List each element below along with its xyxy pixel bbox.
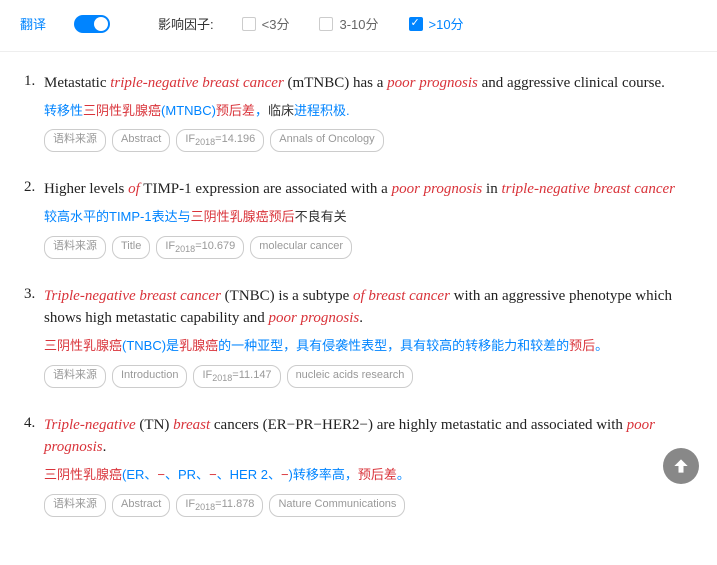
tag[interactable]: IF2018=11.147 (193, 365, 280, 388)
tag[interactable]: molecular cancer (250, 236, 352, 259)
result-item: 4. Triple-negative (TN) breast cancers (E… (24, 414, 693, 517)
tag[interactable]: 语料来源 (44, 494, 106, 517)
tag[interactable]: Title (112, 236, 150, 259)
tag-row: 语料来源 Title IF2018=10.679 molecular cancer (44, 236, 693, 259)
tag[interactable]: nucleic acids research (287, 365, 414, 388)
tag[interactable]: IF2018=10.679 (156, 236, 244, 259)
chinese-translation: 三阴性乳腺癌(ER、−、PR、−、HER 2、−)转移率高，预后差。 (44, 465, 693, 486)
tag-row: 语料来源 Abstract IF2018=14.196 Annals of Oncol… (44, 129, 693, 152)
tag[interactable]: Nature Communications (269, 494, 405, 517)
translate-toggle[interactable] (74, 15, 110, 33)
tag[interactable]: IF2018=11.878 (176, 494, 263, 517)
chinese-translation: 较高水平的TIMP-1表达与三阴性乳腺癌预后不良有关 (44, 207, 693, 228)
result-item: 2. Higher levels of TIMP-1 expression are… (24, 178, 693, 258)
english-sentence: Higher levels of TIMP-1 expression are a… (44, 178, 693, 201)
result-number: 1. (24, 73, 35, 90)
result-number: 2. (24, 179, 35, 196)
filter-label: >10分 (429, 14, 464, 33)
chinese-translation: 转移性三阴性乳腺癌(MTNBC)预后差，临床进程积极. (44, 101, 693, 122)
arrow-up-icon (671, 456, 691, 476)
tag[interactable]: 语料来源 (44, 236, 106, 259)
scroll-top-button[interactable] (663, 448, 699, 484)
english-sentence: Metastatic triple-negative breast cancer… (44, 72, 693, 95)
checkbox-icon (319, 17, 333, 31)
tag-row: 语料来源 Introduction IF2018=11.147 nucleic aci… (44, 365, 693, 388)
english-sentence: Triple-negative (TN) breast cancers (ER−… (44, 414, 693, 459)
chinese-translation: 三阴性乳腺癌(TNBC)是乳腺癌的一种亚型，具有侵袭性表型，具有较高的转移能力和… (44, 336, 693, 357)
english-sentence: Triple-negative breast cancer (TNBC) is … (44, 285, 693, 330)
filter-label: 3-10分 (339, 14, 378, 33)
filter-1[interactable]: 3-10分 (319, 14, 378, 33)
tag[interactable]: Annals of Oncology (270, 129, 383, 152)
impact-factor-label: 影响因子: (158, 14, 214, 33)
filter-2[interactable]: >10分 (409, 14, 464, 33)
tag[interactable]: IF2018=14.196 (176, 129, 264, 152)
tag[interactable]: Abstract (112, 494, 170, 517)
result-number: 4. (24, 415, 35, 432)
filter-0[interactable]: <3分 (242, 14, 290, 33)
filter-bar: 翻译 影响因子: <3分 3-10分 >10分 (0, 8, 717, 52)
checkbox-icon (409, 17, 423, 31)
tag[interactable]: Introduction (112, 365, 187, 388)
tag[interactable]: 语料来源 (44, 129, 106, 152)
tag-row: 语料来源 Abstract IF2018=11.878 Nature Communic… (44, 494, 693, 517)
results-list: 1. Metastatic triple-negative breast canc… (0, 72, 717, 517)
translate-label: 翻译 (20, 14, 46, 33)
filter-label: <3分 (262, 14, 290, 33)
tag[interactable]: Abstract (112, 129, 170, 152)
result-number: 3. (24, 286, 35, 303)
tag[interactable]: 语料来源 (44, 365, 106, 388)
result-item: 1. Metastatic triple-negative breast canc… (24, 72, 693, 152)
checkbox-icon (242, 17, 256, 31)
result-item: 3. Triple-negative breast cancer (TNBC) i… (24, 285, 693, 388)
